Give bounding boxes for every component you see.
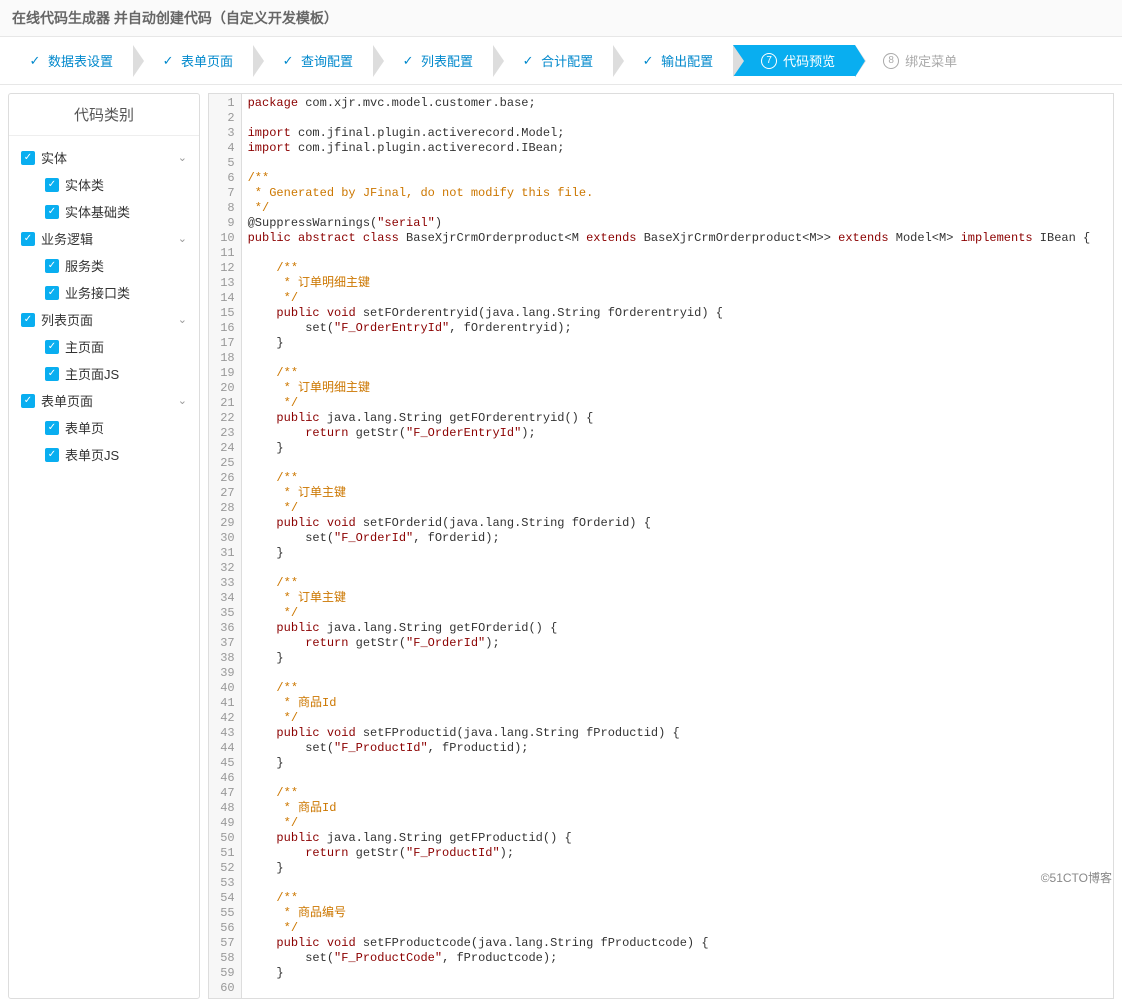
page-title: 在线代码生成器 并自动创建代码（自定义开发模板）: [0, 0, 1122, 37]
tree-item[interactable]: ✓ 业务逻辑 ⌄: [15, 225, 193, 252]
checkbox-icon[interactable]: ✓: [45, 286, 59, 300]
tree-item-label: 表单页面: [41, 391, 93, 410]
check-icon: ✓: [281, 54, 295, 68]
check-icon: ✓: [521, 54, 535, 68]
checkbox-icon[interactable]: ✓: [45, 205, 59, 219]
step-label: 绑定菜单: [905, 51, 957, 70]
checkbox-icon[interactable]: ✓: [21, 313, 35, 327]
tree-item-label: 表单页: [65, 418, 104, 437]
check-icon: ✓: [161, 54, 175, 68]
tree-item-label: 主页面JS: [65, 364, 119, 383]
step-label: 查询配置: [301, 51, 353, 70]
chevron-down-icon[interactable]: ⌄: [178, 313, 187, 326]
tree-item-label: 业务接口类: [65, 283, 130, 302]
sidebar: 代码类别 ✓ 实体 ⌄ ✓ 实体类 ✓ 实体基础类 ✓ 业务逻辑 ⌄ ✓ 服务类 ✓ 业务接口类 ✓ 列表页面…: [8, 93, 200, 999]
chevron-down-icon[interactable]: ⌄: [178, 394, 187, 407]
circle-num-icon: 8: [883, 53, 899, 69]
step-4[interactable]: ✓ 列表配置: [373, 45, 493, 76]
checkbox-icon[interactable]: ✓: [21, 232, 35, 246]
code-category-tree: ✓ 实体 ⌄ ✓ 实体类 ✓ 实体基础类 ✓ 业务逻辑 ⌄ ✓ 服务类 ✓ 业务接口类 ✓ 列表页面 ⌄ ✓ 主页面…: [9, 136, 199, 476]
code-editor[interactable]: 1 2 3 4 5 6 7 8 9 10 11 12 13 14 15 16 1…: [208, 93, 1114, 999]
watermark: ©51CTO博客: [1041, 869, 1112, 886]
check-icon: ✓: [401, 54, 415, 68]
tree-item[interactable]: ✓ 列表页面 ⌄: [15, 306, 193, 333]
tree-item[interactable]: ✓ 主页面: [15, 333, 193, 360]
chevron-down-icon[interactable]: ⌄: [178, 151, 187, 164]
checkbox-icon[interactable]: ✓: [45, 421, 59, 435]
step-label: 表单页面: [181, 51, 233, 70]
sidebar-title: 代码类别: [9, 94, 199, 136]
step-2[interactable]: ✓ 表单页面: [133, 45, 253, 76]
tree-item-label: 主页面: [65, 337, 104, 356]
checkbox-icon[interactable]: ✓: [45, 340, 59, 354]
chevron-down-icon[interactable]: ⌄: [178, 232, 187, 245]
step-label: 列表配置: [421, 51, 473, 70]
checkbox-icon[interactable]: ✓: [21, 394, 35, 408]
step-5[interactable]: ✓ 合计配置: [493, 45, 613, 76]
tree-item-label: 实体: [41, 148, 67, 167]
check-icon: ✓: [641, 54, 655, 68]
tree-item[interactable]: ✓ 主页面JS: [15, 360, 193, 387]
tree-item[interactable]: ✓ 服务类: [15, 252, 193, 279]
checkbox-icon[interactable]: ✓: [45, 259, 59, 273]
code-content[interactable]: package com.xjr.mvc.model.customer.base;…: [242, 94, 1113, 998]
checkbox-icon[interactable]: ✓: [21, 151, 35, 165]
tree-item-label: 表单页JS: [65, 445, 119, 464]
tree-item[interactable]: ✓ 业务接口类: [15, 279, 193, 306]
line-gutter: 1 2 3 4 5 6 7 8 9 10 11 12 13 14 15 16 1…: [209, 94, 242, 998]
step-3[interactable]: ✓ 查询配置: [253, 45, 373, 76]
step-label: 数据表设置: [48, 51, 113, 70]
checkbox-icon[interactable]: ✓: [45, 178, 59, 192]
tree-item[interactable]: ✓ 实体类: [15, 171, 193, 198]
step-label: 输出配置: [661, 51, 713, 70]
step-label: 合计配置: [541, 51, 593, 70]
step-wizard: ✓ 数据表设置 ✓ 表单页面 ✓ 查询配置 ✓ 列表配置 ✓ 合计配置 ✓ 输出配置 7 代码预览 8 绑定菜…: [0, 37, 1122, 85]
tree-item-label: 实体类: [65, 175, 104, 194]
step-8: 8 绑定菜单: [855, 45, 977, 76]
check-icon: ✓: [28, 54, 42, 68]
tree-item-label: 实体基础类: [65, 202, 130, 221]
step-label: 代码预览: [783, 51, 835, 70]
tree-item-label: 列表页面: [41, 310, 93, 329]
step-7[interactable]: 7 代码预览: [733, 45, 855, 76]
tree-item[interactable]: ✓ 表单页: [15, 414, 193, 441]
tree-item[interactable]: ✓ 实体 ⌄: [15, 144, 193, 171]
tree-item-label: 业务逻辑: [41, 229, 93, 248]
checkbox-icon[interactable]: ✓: [45, 448, 59, 462]
tree-item[interactable]: ✓ 实体基础类: [15, 198, 193, 225]
tree-item-label: 服务类: [65, 256, 104, 275]
tree-item[interactable]: ✓ 表单页面 ⌄: [15, 387, 193, 414]
step-6[interactable]: ✓ 输出配置: [613, 45, 733, 76]
circle-num-icon: 7: [761, 53, 777, 69]
tree-item[interactable]: ✓ 表单页JS: [15, 441, 193, 468]
step-1[interactable]: ✓ 数据表设置: [0, 45, 133, 76]
checkbox-icon[interactable]: ✓: [45, 367, 59, 381]
